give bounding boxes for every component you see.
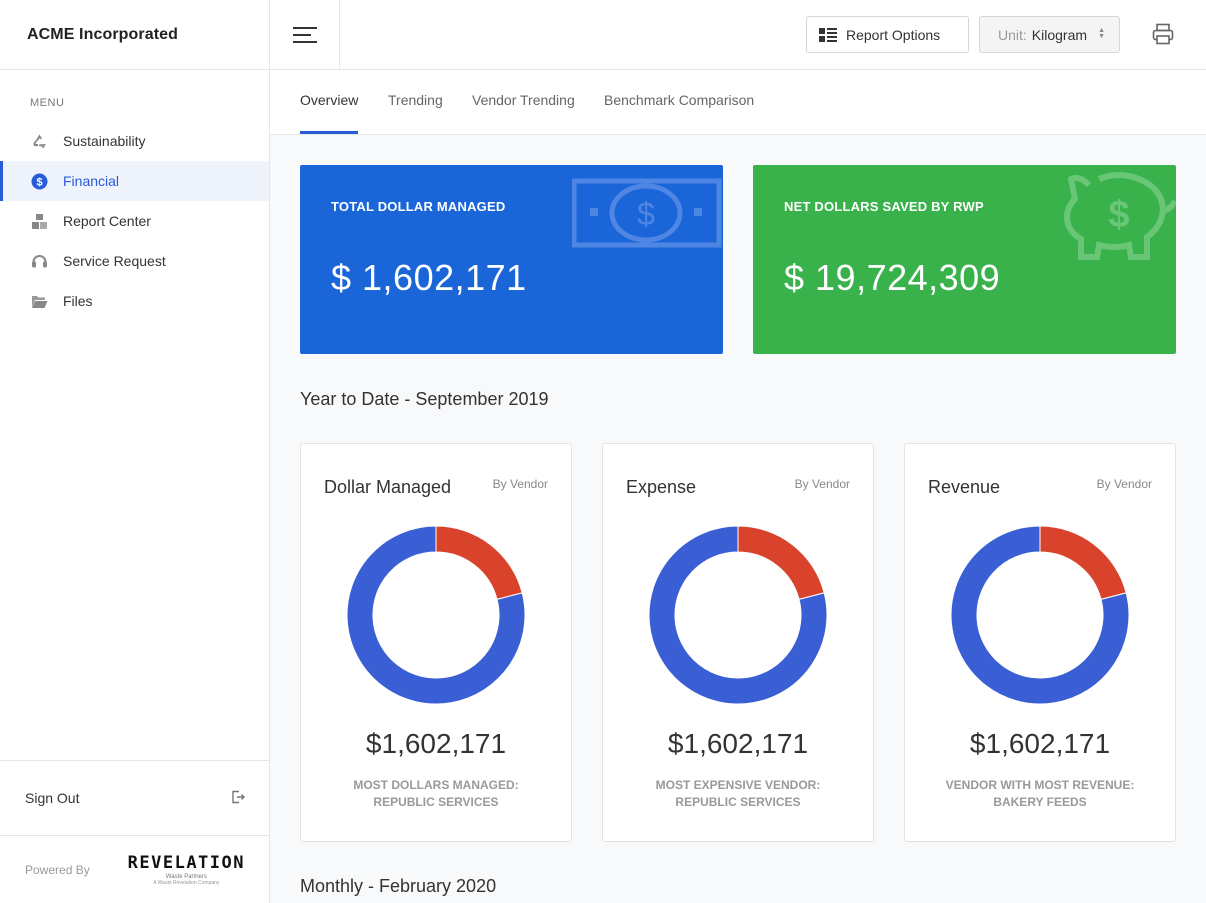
stat-value: $ 19,724,309	[784, 257, 1001, 298]
powered-by-label: Powered By	[25, 862, 90, 877]
card-value: $1,602,171	[667, 728, 809, 759]
sign-out-label: Sign Out	[25, 790, 80, 806]
stat-title: NET DOLLARS SAVED BY RWP	[784, 199, 984, 214]
donut-slice[interactable]	[435, 526, 523, 600]
donut-slice[interactable]	[1039, 526, 1127, 600]
card-value: $1,602,171	[969, 728, 1111, 759]
top-bar: Report Options Unit: Kilogram ▲ ▼	[270, 0, 1206, 70]
svg-text:$: $	[1108, 194, 1129, 236]
powered-by: Powered By REVELATION Waste Partners A W…	[0, 836, 269, 903]
boxes-icon	[30, 212, 48, 230]
money-bill-icon: $	[572, 178, 722, 248]
stat-value: $ 1,602,171	[331, 257, 527, 298]
piggy-bank-icon: $	[1063, 172, 1176, 260]
dollar-circle-icon: $	[30, 172, 48, 190]
sidebar-item-financial[interactable]: $ Financial	[0, 161, 269, 201]
tab-bar: Overview Trending Vendor Trending Benchm…	[270, 70, 1206, 135]
sign-out-button[interactable]: Sign Out	[0, 760, 269, 836]
hamburger-menu-icon[interactable]	[270, 0, 340, 69]
report-options-label: Report Options	[846, 26, 941, 43]
section-title-monthly: Monthly - February 2020	[300, 876, 497, 896]
donut-slice[interactable]	[737, 526, 825, 600]
svg-text:$: $	[637, 196, 655, 232]
sidebar-item-sustainability[interactable]: Sustainability	[0, 121, 269, 161]
company-name: ACME Incorporated	[0, 0, 269, 70]
sidebar-item-label: Sustainability	[63, 133, 146, 149]
tab-benchmark-comparison[interactable]: Benchmark Comparison	[604, 70, 754, 134]
section-title-ytd: Year to Date - September 2019	[300, 389, 549, 409]
stat-title: TOTAL DOLLAR MANAGED	[331, 199, 506, 214]
sort-arrows-icon: ▲ ▼	[1098, 27, 1105, 40]
logo-name: REVELATION	[127, 853, 245, 873]
sidebar-item-report-center[interactable]: Report Center	[0, 201, 269, 241]
tab-trending[interactable]: Trending	[388, 70, 443, 134]
sidebar-item-label: Financial	[63, 173, 120, 189]
net-dollars-saved-card: $ NET DOLLARS SAVED BY RWP $ 19,724,309	[753, 165, 1176, 354]
sidebar-item-label: Files	[63, 293, 93, 309]
revelation-logo: REVELATION Waste Partners A Waste Revela…	[128, 853, 245, 886]
donut-chart	[951, 526, 1129, 704]
card-by-vendor[interactable]: By Vendor	[1097, 477, 1152, 491]
card-value: $1,602,171	[365, 728, 507, 759]
tab-vendor-trending[interactable]: Vendor Trending	[472, 70, 575, 134]
tab-overview[interactable]: Overview	[300, 70, 359, 134]
card-title: Dollar Managed	[324, 477, 452, 497]
card-by-vendor[interactable]: By Vendor	[493, 477, 548, 491]
sidebar-item-files[interactable]: Files	[0, 281, 269, 321]
unit-value: Kilogram	[1031, 26, 1088, 43]
card-caption-vendor: REPUBLIC SERVICES	[675, 795, 801, 809]
card-caption-label: MOST DOLLARS MANAGED:	[353, 778, 519, 792]
expense-card: Expense By Vendor $1,602,171 MOST EXPENS…	[602, 443, 874, 842]
revenue-card: Revenue By Vendor $1,602,171 VENDOR WITH…	[904, 443, 1176, 842]
menu-label: MENU	[30, 97, 65, 109]
donut-chart	[649, 526, 827, 704]
donut-chart	[347, 526, 525, 704]
dollar-managed-card: Dollar Managed By Vendor $1,602,171 MOST…	[300, 443, 572, 842]
sidebar-item-service-request[interactable]: Service Request	[0, 241, 269, 281]
logo-sub2: A Waste Revelation Company	[153, 880, 220, 886]
sidebar: ACME Incorporated MENU Sustainability $ …	[0, 0, 270, 903]
list-icon	[819, 27, 837, 42]
recycle-icon	[30, 132, 48, 150]
report-options-button[interactable]: Report Options	[806, 16, 969, 53]
card-caption-vendor: REPUBLIC SERVICES	[373, 795, 499, 809]
sidebar-item-label: Report Center	[63, 213, 151, 229]
svg-text:$: $	[36, 176, 42, 188]
sign-out-icon	[231, 790, 245, 807]
total-dollar-managed-card: $ TOTAL DOLLAR MANAGED $ 1,602,171	[300, 165, 723, 354]
unit-label: Unit:	[998, 26, 1027, 43]
card-title: Expense	[626, 477, 697, 497]
card-caption-label: VENDOR WITH MOST REVENUE:	[945, 778, 1135, 792]
card-title: Revenue	[928, 477, 1001, 497]
sidebar-item-label: Service Request	[63, 253, 166, 269]
unit-select[interactable]: Unit: Kilogram ▲ ▼	[979, 16, 1120, 53]
card-by-vendor[interactable]: By Vendor	[795, 477, 850, 491]
card-caption-vendor: BAKERY FEEDS	[993, 795, 1087, 809]
headset-icon	[30, 252, 48, 270]
print-icon[interactable]	[1151, 22, 1175, 46]
sidebar-menu: Sustainability $ Financial Report Center…	[0, 121, 269, 321]
folder-open-icon	[30, 292, 48, 310]
card-caption-label: MOST EXPENSIVE VENDOR:	[655, 778, 821, 792]
